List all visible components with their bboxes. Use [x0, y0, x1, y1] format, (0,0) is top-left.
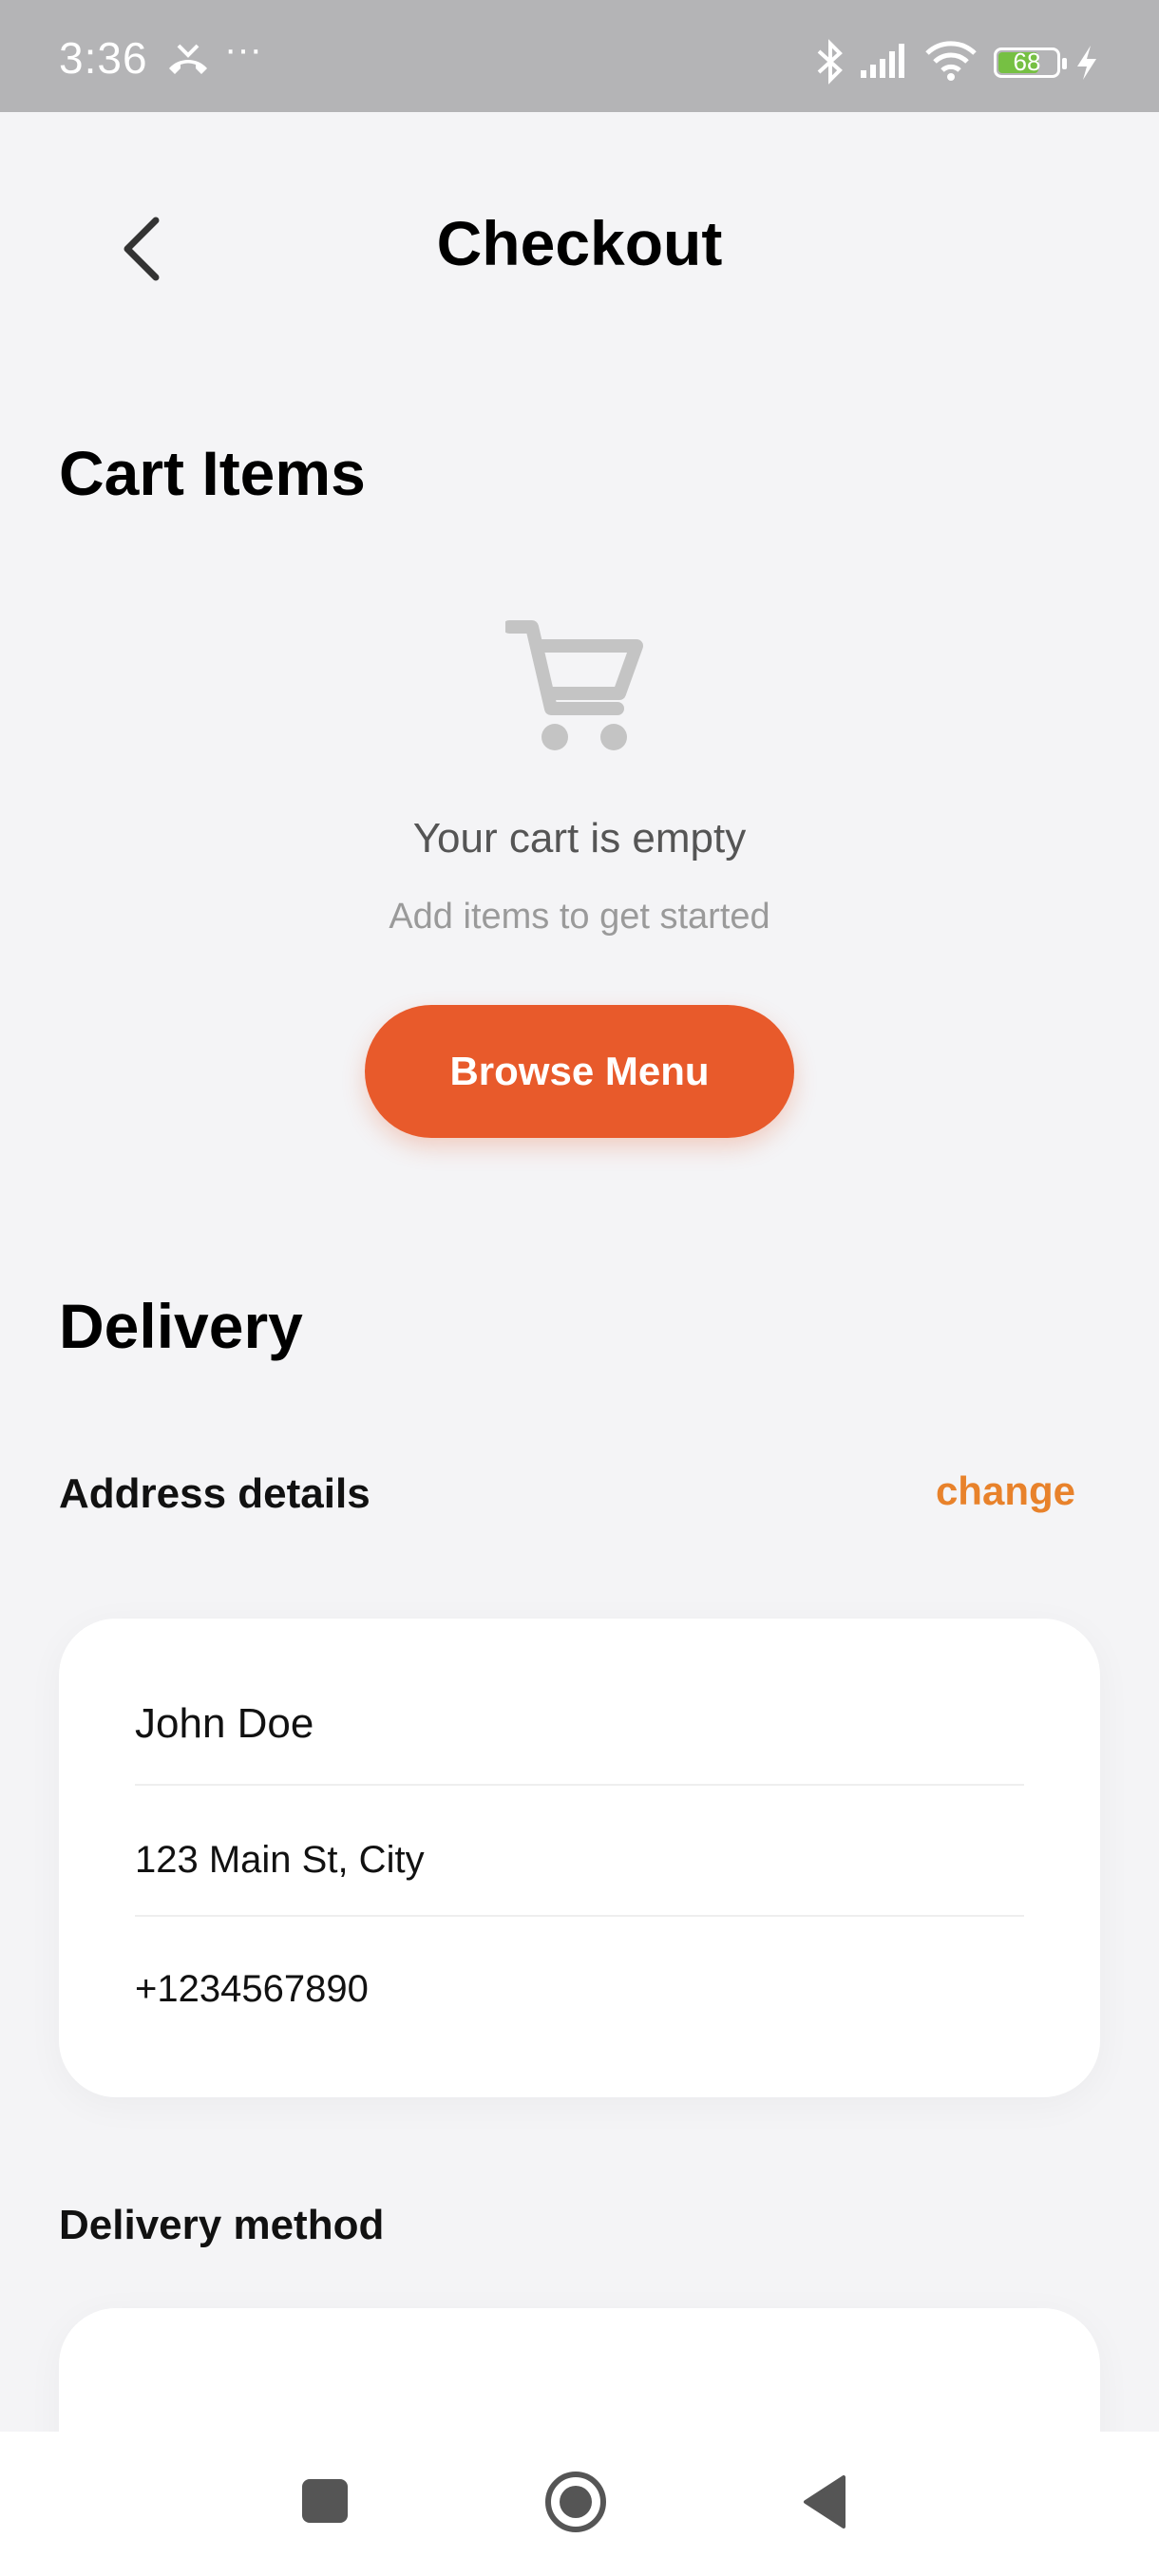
- bluetooth-icon: [817, 39, 843, 85]
- browse-menu-button[interactable]: Browse Menu: [365, 1005, 794, 1138]
- change-address-link[interactable]: change: [936, 1468, 1075, 1514]
- page-title: Checkout: [436, 208, 723, 278]
- empty-cart-title: Your cart is empty: [412, 815, 747, 862]
- home-button[interactable]: [543, 2470, 608, 2534]
- wifi-icon: [925, 41, 977, 81]
- delivery-section-title: Delivery: [59, 1291, 303, 1361]
- battery-level: 68: [1013, 47, 1041, 76]
- nav-back-button[interactable]: [802, 2473, 847, 2530]
- charging-icon: [1077, 46, 1096, 80]
- address-name: John Doe: [135, 1700, 314, 1747]
- divider: [135, 1915, 1024, 1917]
- signal-icon: [861, 44, 904, 78]
- navigation-bar: [0, 2432, 1159, 2576]
- status-bar: 3:36 ··· 68: [0, 0, 1159, 112]
- status-time: 3:36: [59, 33, 148, 83]
- cart-section-title: Cart Items: [59, 438, 366, 508]
- address-card: John Doe 123 Main St, City +1234567890: [59, 1619, 1100, 2097]
- status-dots: ···: [224, 28, 262, 70]
- missed-call-icon: [169, 44, 207, 74]
- divider: [135, 1784, 1024, 1786]
- address-phone: +1234567890: [135, 1968, 369, 2010]
- recents-button[interactable]: [302, 2479, 348, 2523]
- battery-icon: 68: [994, 47, 1067, 78]
- cart-icon: [505, 620, 643, 750]
- delivery-method-label: Delivery method: [59, 2202, 385, 2248]
- address-street: 123 Main St, City: [135, 1839, 425, 1881]
- empty-cart-subtitle: Add items to get started: [389, 897, 770, 937]
- address-details-label: Address details: [59, 1470, 370, 1517]
